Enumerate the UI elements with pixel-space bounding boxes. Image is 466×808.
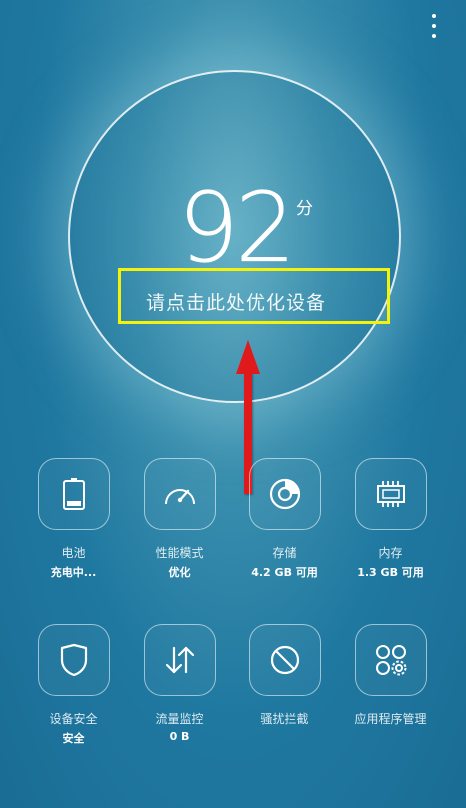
tool-label: 骚扰拦截	[260, 712, 309, 726]
tool-app-management[interactable]: 应用程序管理	[338, 624, 443, 730]
performance-tile[interactable]	[143, 458, 216, 530]
tool-memory[interactable]: 内存 1.3 GB 可用	[338, 458, 443, 580]
app-management-tile[interactable]	[354, 624, 427, 696]
shield-icon	[60, 643, 87, 677]
security-tile[interactable]	[37, 624, 110, 696]
tool-harassment-block[interactable]: 骚扰拦截	[232, 624, 337, 730]
tool-label: 设备安全	[49, 712, 98, 726]
storage-tile[interactable]	[248, 458, 321, 530]
tool-label: 应用程序管理	[354, 712, 427, 726]
tool-status: 1.3 GB 可用	[357, 566, 424, 579]
block-tile[interactable]	[248, 624, 321, 696]
more-options-icon[interactable]	[428, 14, 440, 38]
storage-disc-icon	[269, 478, 300, 510]
app-grid-gear-icon	[375, 645, 406, 676]
score-unit: 分	[296, 199, 313, 219]
data-traffic-icon	[165, 646, 194, 674]
tool-status: 4.2 GB 可用	[251, 566, 318, 579]
tool-label: 流量监控	[155, 712, 204, 726]
speedometer-icon	[164, 489, 195, 505]
annotation-arrow-head	[236, 340, 260, 374]
tool-status: 充电中...	[50, 566, 97, 579]
data-monitor-tile[interactable]	[143, 624, 216, 696]
tool-label: 性能模式	[155, 546, 204, 560]
tool-status: 0 B	[169, 730, 190, 743]
battery-icon	[62, 478, 85, 510]
memory-tile[interactable]	[354, 458, 427, 530]
tool-storage[interactable]: 存储 4.2 GB 可用	[232, 458, 337, 580]
score-value: 92	[177, 172, 296, 284]
annotation-highlight-box	[118, 268, 390, 324]
tool-label: 电池	[61, 546, 86, 560]
tool-label: 存储	[272, 546, 297, 560]
tool-status: 安全	[62, 732, 85, 745]
tool-status: 优化	[168, 566, 191, 579]
tool-battery[interactable]: 电池 充电中...	[21, 458, 126, 580]
memory-chip-icon	[376, 481, 405, 507]
tool-device-security[interactable]: 设备安全 安全	[21, 624, 126, 746]
tool-label: 内存	[378, 546, 403, 560]
tool-data-monitor[interactable]: 流量监控 0 B	[127, 624, 232, 743]
block-icon	[270, 645, 299, 675]
battery-tile[interactable]	[37, 458, 110, 530]
tool-performance-mode[interactable]: 性能模式 优化	[127, 458, 232, 580]
